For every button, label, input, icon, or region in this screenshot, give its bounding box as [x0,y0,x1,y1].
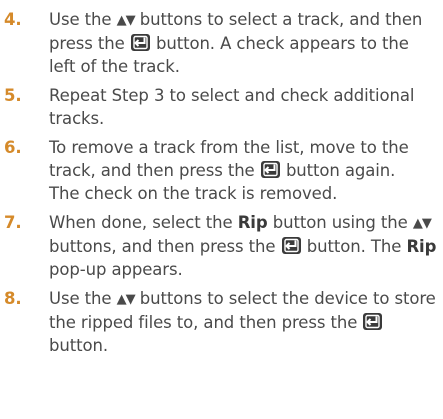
step-text-part: button again. [285,161,396,180]
step-item: 8. Use the ▲▼ buttons to select the devi… [0,287,439,357]
enter-button-icon [260,161,280,178]
step-text: Repeat Step 3 to select and check additi… [49,86,415,128]
step-text: When done, select the Rip button using t… [49,213,436,279]
step-item: 5. Repeat Step 3 to select and check add… [0,84,439,130]
enter-button-icon [363,313,383,330]
step-text-part: Use the [49,289,112,308]
step-number: 5. [4,86,22,105]
instruction-page: 4. Use the ▲▼ buttons to select a track,… [0,0,443,419]
step-text-part: button. The [306,237,402,256]
step-text-part: Use the [49,10,112,29]
step-item: 6. To remove a track from the list, move… [0,136,439,205]
step-item: 4. Use the ▲▼ buttons to select a track,… [0,8,439,78]
rip-button-label: Rip [237,213,268,232]
step-number: 7. [4,213,22,232]
step-text-part: button using the [272,213,408,232]
up-down-arrows-icon: ▲▼ [116,13,136,28]
step-subtext: The check on the track is removed. [49,184,338,203]
step-text-part: pop-up appears. [49,260,183,279]
step-number: 8. [4,289,22,308]
step-text: To remove a track from the list, move to… [49,138,439,205]
enter-button-icon [281,237,301,254]
step-text-part: buttons, and then press the [49,237,276,256]
step-number: 4. [4,10,22,29]
enter-button-icon [130,34,150,51]
step-text: Use the ▲▼ buttons to select the device … [49,289,436,355]
up-down-arrows-icon: ▲▼ [116,292,136,307]
step-text-part: When done, select the [49,213,233,232]
step-item: 7. When done, select the Rip button usin… [0,211,439,281]
rip-popup-label: Rip [406,237,437,256]
up-down-arrows-icon: ▲▼ [412,216,432,231]
step-list: 4. Use the ▲▼ buttons to select a track,… [0,8,439,357]
step-number: 6. [4,138,22,157]
step-text-part: button. [49,336,108,355]
step-text: Use the ▲▼ buttons to select a track, an… [49,10,422,76]
